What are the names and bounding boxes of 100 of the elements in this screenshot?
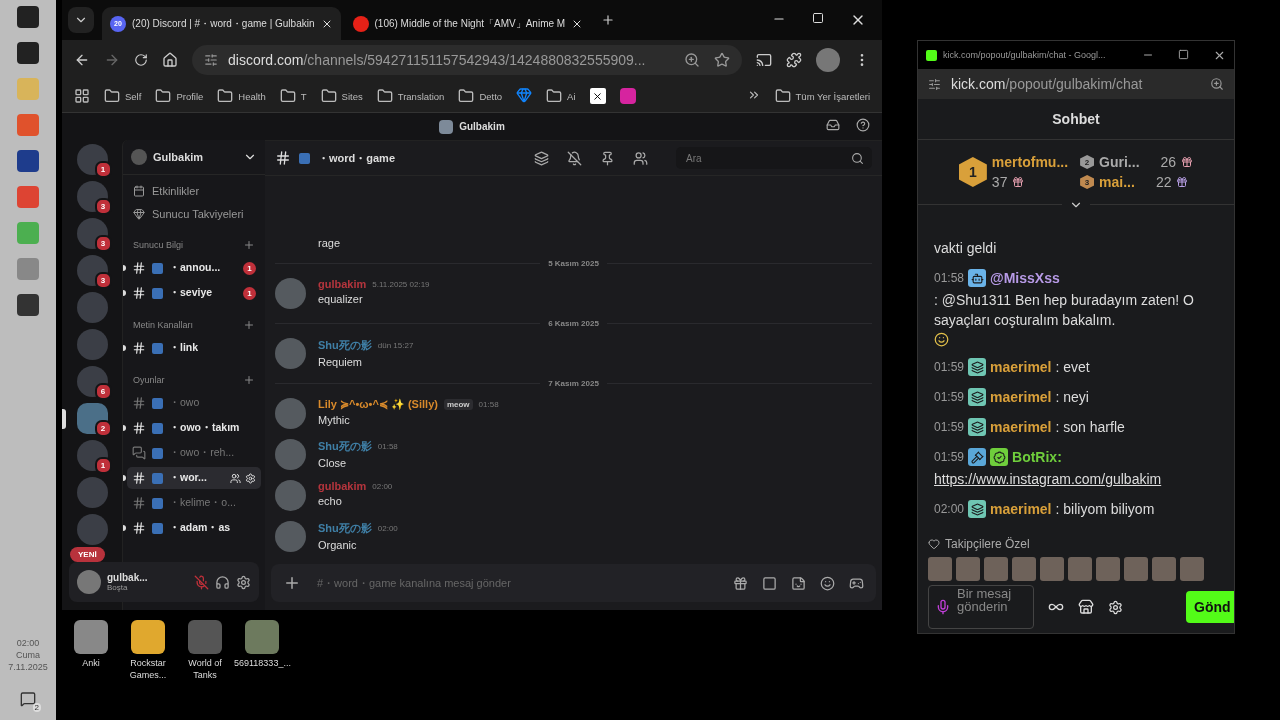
message-author[interactable]: Shu死の影: [318, 521, 372, 536]
gift-icon[interactable]: [733, 575, 748, 591]
star-icon: [714, 52, 730, 68]
chat-username[interactable]: maerimel: [990, 357, 1052, 377]
gift-count: 37: [991, 174, 1008, 190]
folder-icon: [155, 88, 172, 104]
browser-tab[interactable]: (106) Middle of the Night「AMV」Anime M: [344, 7, 592, 40]
message-author[interactable]: Lily ≽^•ω•^≼ ✨ (Silly): [318, 398, 438, 411]
new-badge[interactable]: YENİ: [70, 547, 105, 562]
profile-avatar[interactable]: [816, 48, 840, 72]
channel-item[interactable]: ・kelime・o...: [127, 492, 261, 514]
app-icon[interactable]: [74, 620, 108, 654]
reload-icon[interactable]: [134, 53, 148, 67]
taskbar-app-icon[interactable]: [17, 42, 39, 64]
bookmark-folder[interactable]: Self: [104, 88, 142, 104]
plus-icon[interactable]: [243, 319, 255, 331]
back-icon[interactable]: [74, 52, 90, 68]
message-author[interactable]: Shu死の影: [318, 338, 372, 353]
pin-icon[interactable]: [600, 150, 615, 166]
unread-badge: 1: [243, 286, 256, 300]
server-menu-item[interactable]: Sunucu Takviyeleri: [127, 204, 261, 224]
forward-icon[interactable]: [104, 52, 120, 68]
chat-input-box[interactable]: Bir mesaj gönderin: [928, 585, 1034, 629]
emoji-icon: [152, 497, 163, 509]
channel-item[interactable]: ・owo・reh...: [127, 442, 261, 464]
message-author[interactable]: Shu死の影: [318, 439, 372, 454]
bookmark-folder[interactable]: Profile: [155, 88, 204, 104]
camera-icon[interactable]: [619, 88, 636, 104]
cast-icon[interactable]: [756, 52, 772, 68]
photo-placeholder[interactable]: [245, 620, 279, 654]
chat-username[interactable]: BotRix:: [1012, 447, 1062, 467]
category-header[interactable]: Sunucu Bilgi: [133, 240, 184, 250]
emoji-icon: [152, 447, 163, 459]
user-avatar[interactable]: [275, 521, 306, 552]
headphones-icon[interactable]: [215, 574, 230, 590]
sticker-icon[interactable]: [791, 575, 806, 591]
category-header[interactable]: Oyunlar: [133, 375, 165, 385]
tab-list-button[interactable]: [68, 7, 94, 33]
bookmark-folder[interactable]: Health: [217, 88, 266, 104]
threads-icon[interactable]: [534, 150, 549, 166]
server-icon: [439, 119, 454, 134]
mic-icon[interactable]: [935, 599, 951, 615]
taskbar-app-icon[interactable]: [17, 150, 39, 172]
user-avatar[interactable]: [77, 570, 101, 594]
message-field[interactable]: #・word・game kanalına mesaj gönder: [315, 576, 719, 590]
add-member-icon[interactable]: [230, 472, 241, 484]
server-menu-item[interactable]: Etkinlikler: [127, 181, 261, 201]
bookmark-folder[interactable]: T: [279, 88, 307, 104]
bookmark-folder[interactable]: Ai: [546, 88, 576, 104]
message-link[interactable]: https://www.instagram.com/gulbakim: [934, 469, 1162, 489]
plus-icon[interactable]: [243, 239, 255, 251]
store-icon[interactable]: [1078, 599, 1094, 615]
home-icon[interactable]: [162, 52, 178, 68]
chat-username[interactable]: maerimel: [990, 499, 1052, 519]
plus-icon[interactable]: [243, 374, 255, 386]
message-text: vakti geldi: [934, 239, 997, 258]
chat-input-field[interactable]: Bir mesaj gönderin: [957, 587, 1027, 627]
chat-username[interactable]: @MissXss: [990, 268, 1060, 288]
channel-item[interactable]: ・owo: [127, 392, 261, 414]
emoji-icon: [152, 522, 163, 534]
send-button[interactable]: Gönd: [1186, 591, 1234, 623]
settings-icon[interactable]: [236, 574, 251, 590]
message-text: : neyi: [1055, 388, 1089, 407]
unread-badge: 1: [94, 161, 112, 178]
maximize-icon[interactable]: [1178, 48, 1189, 60]
puzzle-icon[interactable]: [786, 52, 802, 68]
mic-muted-icon[interactable]: [194, 574, 209, 590]
plus-icon[interactable]: [283, 574, 301, 592]
taskbar-app-icon[interactable]: [17, 6, 39, 28]
smile-icon[interactable]: [820, 575, 835, 591]
address-bar[interactable]: kick.com/popout/gulbakim/chat: [918, 69, 1234, 99]
folder-icon: [546, 88, 563, 104]
bookmark-folder[interactable]: Detto: [458, 88, 503, 104]
bookmark-folder[interactable]: Translation: [376, 88, 445, 104]
help-icon[interactable]: [856, 118, 870, 132]
section-label: Takipçilere Özel: [945, 537, 1030, 551]
user-avatar[interactable]: [275, 278, 306, 309]
bookmark-folder[interactable]: Sites: [320, 88, 363, 104]
chat-username[interactable]: maerimel: [990, 387, 1052, 407]
calendar-icon: [133, 185, 145, 197]
inbox-icon[interactable]: [826, 118, 840, 132]
chat-username[interactable]: maerimel: [990, 417, 1052, 437]
bell-muted-icon[interactable]: [567, 150, 582, 166]
server-header[interactable]: Gulbakim: [123, 140, 265, 175]
rank-badge: 2: [1080, 155, 1095, 169]
x-logo-icon[interactable]: [589, 88, 606, 104]
taskbar-app-icon[interactable]: [17, 294, 39, 316]
user-avatar[interactable]: [275, 338, 306, 369]
user-avatar[interactable]: [275, 398, 306, 429]
message-text: : son harfle: [1055, 418, 1125, 437]
address-bar[interactable]: discord.com/channels/594271151157542943/1424880832555909...: [192, 45, 742, 75]
members-icon[interactable]: [633, 150, 648, 166]
search-field[interactable]: Ara: [684, 151, 847, 165]
search-bar[interactable]: Ara: [676, 147, 872, 169]
user-avatar[interactable]: [275, 439, 306, 470]
app-icon[interactable]: [131, 620, 165, 654]
category-header[interactable]: Metin Kanalları: [133, 320, 194, 330]
message-time: 5.11.2025 02:19: [372, 279, 430, 289]
bookmark-folder[interactable]: Tüm Yer İşaretleri: [774, 88, 870, 104]
user-avatar[interactable]: [275, 480, 306, 511]
